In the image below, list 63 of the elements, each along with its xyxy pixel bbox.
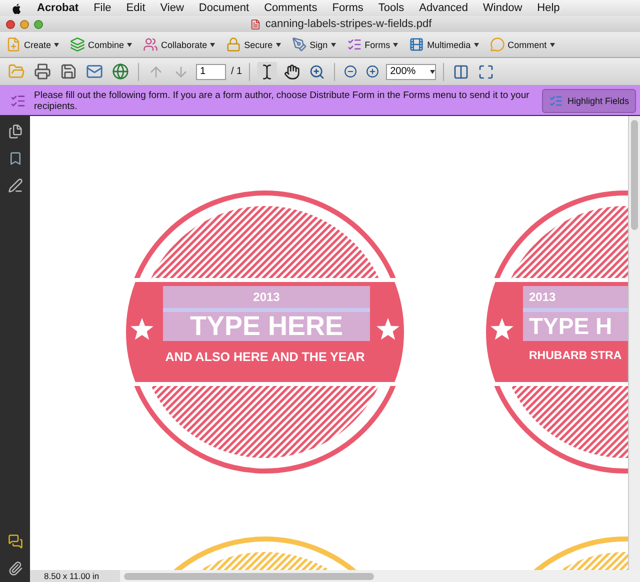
print-button[interactable]	[32, 61, 53, 82]
pages-icon[interactable]	[8, 124, 22, 139]
select-text-tool[interactable]	[257, 62, 278, 82]
app-menu[interactable]: Acrobat	[37, 2, 79, 14]
zoom-out-button[interactable]	[342, 63, 360, 80]
highlight-fields-button[interactable]: Highlight Fields	[542, 88, 636, 112]
combine-icon	[70, 37, 86, 52]
checklist-icon	[549, 94, 564, 108]
down-arrow-icon	[173, 64, 189, 80]
menu-item[interactable]: Document	[198, 2, 250, 14]
bookmark-icon[interactable]	[8, 151, 22, 166]
attachment-icon[interactable]	[8, 561, 22, 576]
caret-icon	[54, 42, 60, 46]
window-title: canning-labels-stripes-w-fields.pdf	[265, 18, 432, 30]
menu-item[interactable]: Edit	[126, 2, 146, 14]
caret-icon	[127, 42, 132, 46]
caret-icon	[550, 42, 555, 46]
zoom-level-field[interactable]: 200%	[386, 64, 436, 80]
minimize-button[interactable]	[20, 20, 29, 28]
form-message: Please fill out the following form. If you are a form author, choose Distribute Form in the Forms menu to send it to your recipients.	[34, 90, 530, 112]
menu-item[interactable]: Help	[537, 2, 560, 14]
hand-tool[interactable]	[282, 62, 302, 82]
task-button[interactable]: Collaborate	[143, 37, 216, 52]
task-button[interactable]: Combine	[70, 37, 132, 52]
task-button[interactable]: Forms	[346, 37, 398, 52]
caret-icon	[430, 70, 436, 74]
form-icon	[10, 92, 26, 108]
sign-icon	[292, 37, 307, 52]
task-button[interactable]: Multimedia	[409, 37, 479, 52]
menu-item[interactable]: Window	[483, 2, 522, 14]
globe-button[interactable]	[110, 61, 131, 82]
apple-logo-icon[interactable]	[12, 2, 22, 14]
secure-icon	[226, 37, 242, 52]
task-button[interactable]: Secure	[226, 37, 281, 52]
menu-item[interactable]: Comments	[264, 2, 318, 14]
task-button[interactable]: Create	[6, 37, 60, 52]
page-number-field[interactable]: 1	[196, 64, 226, 80]
create-icon	[6, 37, 21, 52]
comment-icon	[490, 37, 505, 52]
task-button[interactable]: Comment	[490, 37, 555, 52]
caret-icon	[276, 42, 281, 46]
menu-item[interactable]: File	[94, 2, 112, 14]
page-size-text: 8.50 x 11.00 in	[43, 571, 100, 581]
multimedia-icon	[409, 37, 424, 52]
caret-icon	[210, 42, 216, 46]
signature-icon[interactable]	[8, 178, 22, 193]
zoom-in-button[interactable]	[364, 63, 382, 80]
caret-icon	[474, 42, 479, 46]
up-arrow-icon	[148, 64, 164, 80]
task-button[interactable]: Sign	[292, 37, 336, 52]
caret-icon	[393, 42, 398, 46]
menu-item[interactable]: Forms	[332, 2, 364, 14]
pdf-file-icon	[250, 18, 262, 30]
forms-icon	[346, 37, 362, 52]
menu-item[interactable]: Advanced	[419, 2, 468, 14]
comments-icon[interactable]	[8, 534, 22, 549]
caret-icon	[330, 42, 336, 46]
menu-item[interactable]: Tools	[378, 2, 404, 14]
menu-item[interactable]: View	[160, 2, 184, 14]
zoom-button[interactable]	[34, 20, 43, 28]
close-button[interactable]	[6, 20, 15, 28]
collaborate-icon	[143, 37, 158, 52]
page-count: / 1	[231, 66, 242, 77]
